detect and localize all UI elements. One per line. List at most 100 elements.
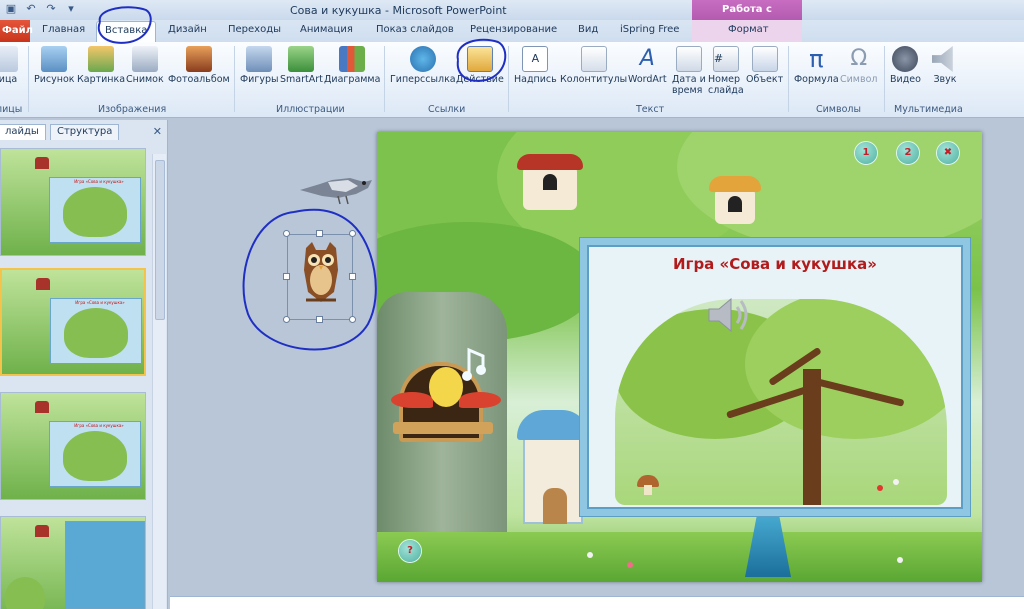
close-pane-icon[interactable]: ✕ — [153, 125, 162, 138]
resize-handle[interactable] — [349, 316, 356, 323]
hyperlink-button[interactable]: Гиперссылка — [390, 46, 456, 85]
tab-design[interactable]: Дизайн — [168, 24, 207, 35]
cuckoo-bird-image[interactable] — [429, 367, 463, 407]
magpie-image[interactable] — [298, 172, 376, 206]
nav-button-2[interactable]: 2 — [897, 142, 919, 164]
birdhouse-image — [709, 176, 761, 224]
flower-icon — [877, 485, 883, 491]
headerfooter-icon — [580, 46, 607, 72]
photoalbum-button[interactable]: Фотоальбом — [168, 46, 230, 85]
group-media-label: Мультимедиа — [894, 104, 963, 115]
action-button[interactable]: Действие — [456, 46, 504, 85]
notes-pane[interactable] — [170, 596, 1024, 609]
table-button[interactable]: лица — [0, 46, 18, 85]
slide-thumbnail-selected[interactable]: Игра «Сова и кукушка» — [0, 268, 146, 376]
screenshot-icon — [131, 46, 158, 72]
tab-slideshow[interactable]: Показ слайдов — [376, 24, 454, 35]
resize-handle[interactable] — [349, 273, 356, 280]
tab-animation[interactable]: Анимация — [300, 24, 353, 35]
group-symbols-label: Символы — [816, 104, 861, 115]
headerfooter-button[interactable]: Колонтитулы — [560, 46, 627, 85]
group-text-label: Текст — [636, 104, 665, 115]
customize-qat-icon[interactable]: ▾ — [64, 2, 78, 16]
grass — [377, 532, 982, 582]
owl-image[interactable] — [300, 240, 342, 306]
cottage-image — [517, 410, 589, 524]
resize-handle[interactable] — [349, 230, 356, 237]
birdhouse-image — [517, 154, 583, 210]
cottage-door — [543, 488, 567, 524]
tab-transitions[interactable]: Переходы — [228, 24, 281, 35]
tab-format[interactable]: Формат — [728, 24, 769, 35]
tab-insert[interactable]: Вставка — [96, 21, 157, 42]
slide[interactable]: 1 2 ✖ ? Игра «Сова и кукушка» — [377, 132, 982, 582]
save-icon[interactable]: ▣ — [4, 2, 18, 16]
equation-button[interactable]: π Формула — [794, 46, 839, 85]
table-icon — [0, 46, 18, 72]
slidenumber-icon: # — [712, 46, 739, 72]
resize-handle[interactable] — [316, 230, 323, 237]
context-tab-background: Формат — [692, 20, 802, 42]
tab-home[interactable]: Главная — [42, 24, 85, 35]
resize-handle[interactable] — [283, 273, 290, 280]
speaker-icon[interactable] — [707, 295, 751, 335]
resize-handle[interactable] — [283, 316, 290, 323]
object-icon — [751, 46, 778, 72]
clipart-button[interactable]: Картинка — [77, 46, 125, 85]
resize-handle[interactable] — [283, 230, 290, 237]
scrollbar-thumb[interactable] — [155, 160, 165, 320]
slidenumber-button[interactable]: # Номер слайда — [708, 46, 744, 96]
slide-thumbnail[interactable] — [0, 516, 146, 609]
object-button[interactable]: Объект — [746, 46, 783, 85]
cottage-roof — [517, 410, 589, 440]
separator — [28, 46, 29, 112]
tab-ispring[interactable]: iSpring Free — [620, 24, 679, 35]
thumbnail-title: Игра «Сова и кукушка» — [75, 300, 125, 305]
tab-slides[interactable]: лайды — [0, 124, 46, 140]
bird-wing — [391, 392, 433, 408]
textbox-button[interactable]: A Надпись — [514, 46, 557, 85]
smartart-icon — [288, 46, 315, 72]
close-slide-button[interactable]: ✖ — [937, 142, 959, 164]
quick-access-toolbar: ▣ ↶ ↷ ▾ — [4, 2, 78, 16]
tab-review[interactable]: Рецензирование — [470, 24, 557, 35]
picture-icon — [41, 46, 68, 72]
nav-button-1[interactable]: 1 — [855, 142, 877, 164]
shapes-button[interactable]: Фигуры — [240, 46, 279, 85]
undo-icon[interactable]: ↶ — [24, 2, 38, 16]
calendar-icon — [675, 46, 702, 72]
film-icon — [892, 46, 919, 72]
slide-thumbnail[interactable]: Игра «Сова и кукушка» — [0, 392, 146, 500]
help-button[interactable]: ? — [399, 540, 421, 562]
thumbnail-title: Игра «Сова и кукушка» — [74, 179, 124, 184]
game-title: Игра «Сова и кукушка» — [673, 255, 877, 273]
thumbnail-panel — [65, 521, 145, 609]
resize-handle[interactable] — [316, 316, 323, 323]
flower-icon — [893, 479, 899, 485]
chart-icon — [339, 46, 366, 72]
redo-icon[interactable]: ↷ — [44, 2, 58, 16]
group-images-label: Изображения — [98, 104, 167, 115]
wordart-button[interactable]: A WordArt — [628, 46, 667, 85]
slides-scrollbar[interactable] — [152, 154, 166, 609]
smartart-button[interactable]: SmartArt — [280, 46, 323, 85]
wordart-icon: A — [639, 46, 655, 71]
tab-file[interactable]: Файл — [0, 20, 33, 42]
mushroom-stem — [644, 485, 652, 495]
tab-outline[interactable]: Структура — [50, 124, 120, 140]
tab-view[interactable]: Вид — [578, 24, 598, 35]
screenshot-button[interactable]: Снимок — [126, 46, 164, 85]
game-panel: Игра «Сова и кукушка» — [580, 238, 970, 516]
birdhouse-roof — [517, 154, 583, 170]
flower-icon — [587, 552, 593, 558]
audio-button[interactable]: Звук — [932, 46, 958, 85]
ribbon-tabs: Файл Главная Вставка Дизайн Переходы Ани… — [0, 20, 1024, 42]
symbol-button[interactable]: Ω Символ — [840, 46, 877, 85]
datetime-button[interactable]: Дата и время — [672, 46, 706, 96]
slides-pane: лайды Структура ✕ Игра «Сова и кукушка» … — [0, 120, 168, 609]
slide-thumbnail[interactable]: Игра «Сова и кукушка» — [0, 148, 146, 256]
chart-button[interactable]: Диаграмма — [324, 46, 380, 85]
photoalbum-icon — [185, 46, 212, 72]
video-button[interactable]: Видео — [890, 46, 921, 85]
picture-button[interactable]: Рисунок — [34, 46, 75, 85]
